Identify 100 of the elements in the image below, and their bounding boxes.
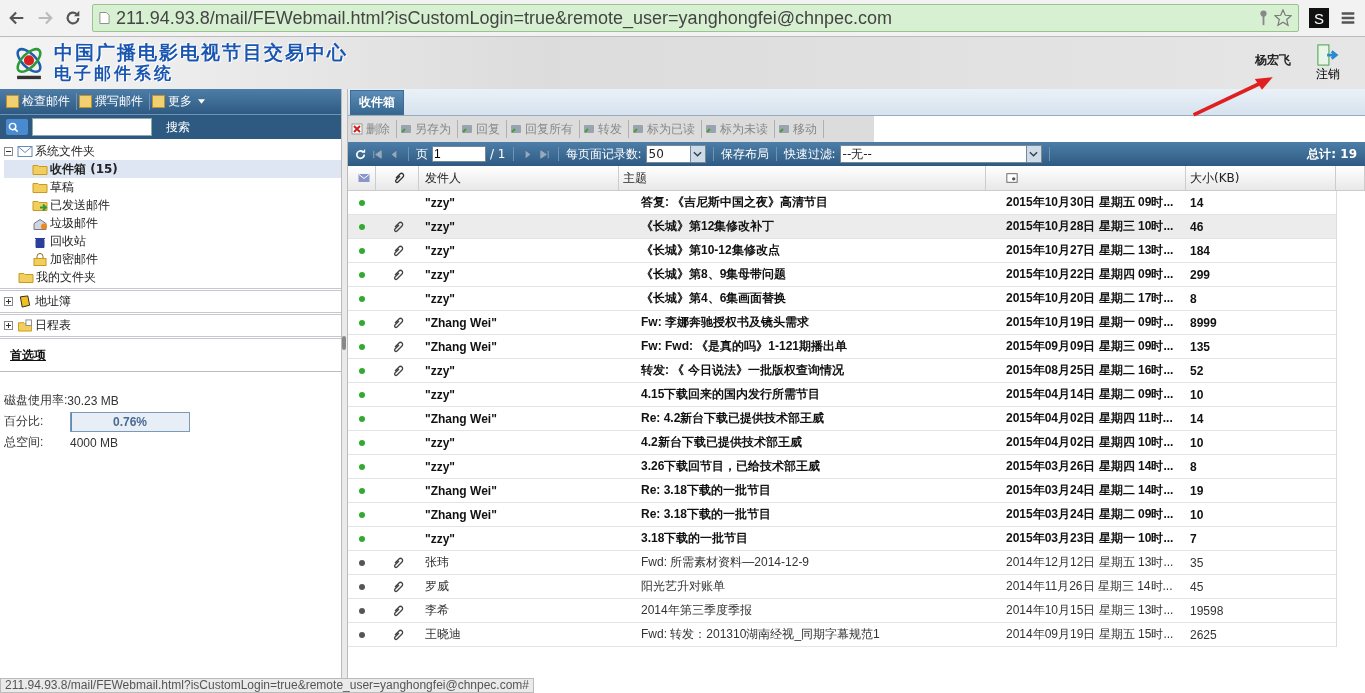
date-cell: 2015年04月02日 星期四 11时... — [1006, 410, 1173, 427]
search-icon[interactable] — [6, 119, 28, 135]
subject-cell: 4.2新台下载已提供技术部王威 — [641, 434, 802, 451]
tree-item[interactable]: 已发送邮件 — [50, 196, 110, 214]
section-header[interactable]: 地址簿 — [35, 293, 71, 310]
mail-row[interactable]: 王晓迪 Fwd: 转发：201310湖南经视_同期字幕规范1 2014年09月19日 星期五 15时... 2625 — [348, 623, 1336, 647]
site-title: 中国广播电影电视节目交易中心 — [54, 42, 348, 63]
toolbar-button[interactable]: 撰写邮件 — [77, 93, 150, 110]
folder-icon — [32, 162, 48, 176]
date-cell: 2015年10月30日 星期五 09时... — [1006, 194, 1174, 211]
mail-row[interactable]: "zzy" 4.2新台下载已提供技术部王威 2015年04月02日 星期四 10时... 10 — [348, 431, 1336, 455]
column-header[interactable]: 主题 — [619, 166, 986, 190]
mail-row[interactable]: "Zhang Wei" Re: 3.18下载的一批节目 2015年03月24日 星期二 14时... 19 — [348, 479, 1336, 503]
date-cell: 2015年03月23日 星期一 10时... — [1006, 530, 1174, 547]
subject-cell: Fwd: 转发：201310湖南经视_同期字幕规范1 — [641, 626, 880, 643]
mail-row[interactable]: 罗威 阳光艺升对账单 2014年11月26日 星期三 14时... 45 — [348, 575, 1336, 599]
tree-item[interactable]: 加密邮件 — [50, 250, 98, 268]
tree-item[interactable]: 回收站 — [50, 232, 86, 250]
reload-icon[interactable] — [64, 9, 82, 27]
mail-row[interactable]: 李希 2014年第三季度季报 2014年10月15日 星期三 13时... 19598 — [348, 599, 1336, 623]
user-name: 杨宏飞 — [1255, 51, 1291, 69]
logout-button[interactable]: 注销 — [1315, 43, 1341, 83]
expand-toggle[interactable] — [4, 297, 13, 306]
size-cell: 46 — [1190, 219, 1204, 234]
subject-cell: 《长城》第10-12集修改点 — [641, 242, 780, 259]
address-bar[interactable]: 211.94.93.8/mail/FEWebmail.html?isCustomLogin=true&remote_user=yanghongfei@chnpec.com — [92, 4, 1299, 32]
last-page-icon[interactable] — [537, 147, 551, 161]
section-header[interactable]: 日程表 — [35, 317, 71, 334]
expand-toggle[interactable] — [4, 321, 13, 330]
mail-row[interactable]: "zzy" 3.26下载回节目，已给技术部王威 2015年03月26日 星期四 14时... 8 — [348, 455, 1336, 479]
first-page-icon[interactable] — [371, 147, 384, 161]
date-cell: 2014年12月12日 星期五 13时... — [1006, 554, 1174, 571]
toolbar-button[interactable]: 更多 — [150, 93, 211, 110]
sender-cell: "Zhang Wei" — [425, 507, 497, 522]
size-cell: 184 — [1190, 243, 1211, 258]
mail-row[interactable]: "zzy" 《长城》第8、9集母带问题 2015年10月22日 星期四 09时... 299 — [348, 263, 1336, 287]
star-icon[interactable] — [1274, 9, 1292, 27]
page-icon — [99, 11, 110, 25]
caret-icon — [693, 151, 703, 157]
mail-row[interactable]: "zzy" 转发: 《 今日说法》一批版权查询情况 2015年08月25日 星期二 16时... 52 — [348, 359, 1336, 383]
percent-label: 百分比: — [4, 413, 45, 430]
extension-button[interactable]: S — [1309, 8, 1329, 28]
per-page-label: 每页面记录数: — [565, 145, 642, 163]
per-page-dropdown[interactable]: 50 — [645, 145, 706, 163]
subject-cell: 《长城》第12集修改补丁 — [641, 218, 775, 235]
disk-usage-value: 30.23 MB — [67, 393, 119, 408]
save-layout-button[interactable]: 保存布局 — [720, 145, 769, 163]
tree-item[interactable]: 垃圾邮件 — [50, 214, 98, 232]
mail-row[interactable]: 张玮 Fwd: 所需素材资料—2014-12-9 2014年12月12日 星期五 13时... 35 — [348, 551, 1336, 575]
sender-cell: "Zhang Wei" — [425, 315, 497, 330]
address-book-icon — [17, 295, 33, 308]
site-subtitle: 电子邮件系统 — [54, 63, 175, 84]
mail-row[interactable]: "Zhang Wei" Fw: 李娜奔驰授权书及镜头需求 2015年10月19日 星期一 09时... 8999 — [348, 311, 1336, 335]
search-button[interactable]: 搜索 — [160, 117, 196, 137]
toolbar-button[interactable]: 检查邮件 — [4, 93, 77, 110]
page-label: 页 — [416, 145, 428, 163]
caret-icon — [198, 99, 205, 104]
tab[interactable]: 收件箱 — [350, 90, 404, 115]
mail-row[interactable]: "zzy" 3.18下载的一批节目 2015年03月23日 星期一 10时... 7 — [348, 527, 1336, 551]
tree-item[interactable]: 草稿 — [50, 178, 74, 196]
toolbar-icon — [152, 95, 165, 108]
mail-row[interactable]: "zzy" 《长城》第4、6集画面替换 2015年10月20日 星期二 17时... 8 — [348, 287, 1336, 311]
disk-usage-label: 磁盘使用率: — [4, 392, 68, 409]
mail-row[interactable]: "Zhang Wei" Re: 3.18下载的一批节目 2015年03月24日 星期二 09时... 10 — [348, 503, 1336, 527]
collapse-toggle[interactable] — [4, 146, 13, 156]
size-cell: 19598 — [1190, 603, 1224, 618]
lock-icon — [32, 252, 48, 266]
mail-row[interactable]: "zzy" 4.15下载回来的国内发行所需节目 2015年04月14日 星期二 09时... 10 — [348, 383, 1336, 407]
preferences-link[interactable]: 首选项 — [10, 346, 46, 364]
action-icon — [510, 123, 522, 135]
back-icon[interactable] — [8, 9, 26, 27]
envelope-icon — [17, 144, 33, 158]
mail-row[interactable]: "Zhang Wei" Fw: Fwd: 《是真的吗》1-121期播出单 2015年09月09日 星期三 09时... 135 — [348, 335, 1336, 359]
size-cell: 10 — [1190, 387, 1204, 402]
menu-icon[interactable] — [1339, 9, 1357, 27]
collapse-handle[interactable] — [342, 336, 346, 350]
key-icon[interactable] — [1259, 10, 1268, 26]
sender-cell: "Zhang Wei" — [425, 339, 497, 354]
subject-cell: 3.26下载回节目，已给技术部王威 — [641, 458, 821, 475]
total-space-value: 4000 MB — [70, 435, 119, 450]
page-field[interactable]: 1 — [432, 146, 486, 162]
sender-cell: "Zhang Wei" — [425, 411, 497, 426]
tree-item[interactable]: 系统文件夹 — [35, 142, 95, 160]
size-cell: 8 — [1190, 459, 1197, 474]
column-header[interactable]: 发件人 — [419, 166, 619, 190]
column-header[interactable]: 大小(KB) — [1186, 166, 1336, 190]
mail-row[interactable]: "zzy" 《长城》第10-12集修改点 2015年10月27日 星期二 13时... 184 — [348, 239, 1336, 263]
mail-row[interactable]: "Zhang Wei" Re: 4.2新台下载已提供技术部王威 2015年04月02日 星期四 11时... 14 — [348, 407, 1336, 431]
filter-dropdown[interactable]: --无-- — [839, 145, 1042, 163]
refresh-icon[interactable] — [354, 147, 367, 161]
size-cell: 2625 — [1190, 627, 1217, 642]
size-cell: 10 — [1190, 507, 1204, 522]
caret-icon — [1029, 151, 1039, 157]
tree-item[interactable]: 我的文件夹 — [36, 268, 96, 286]
mail-row[interactable]: "zzy" 《长城》第12集修改补丁 2015年10月28日 星期三 10时... 46 — [348, 215, 1336, 239]
subject-cell: Fw: Fwd: 《是真的吗》1-121期播出单 — [641, 338, 847, 355]
size-cell: 7 — [1190, 531, 1197, 546]
filter-label: 快速过滤: — [783, 145, 836, 163]
subject-cell: 《长城》第4、6集画面替换 — [641, 290, 787, 307]
search-field[interactable] — [32, 118, 152, 136]
